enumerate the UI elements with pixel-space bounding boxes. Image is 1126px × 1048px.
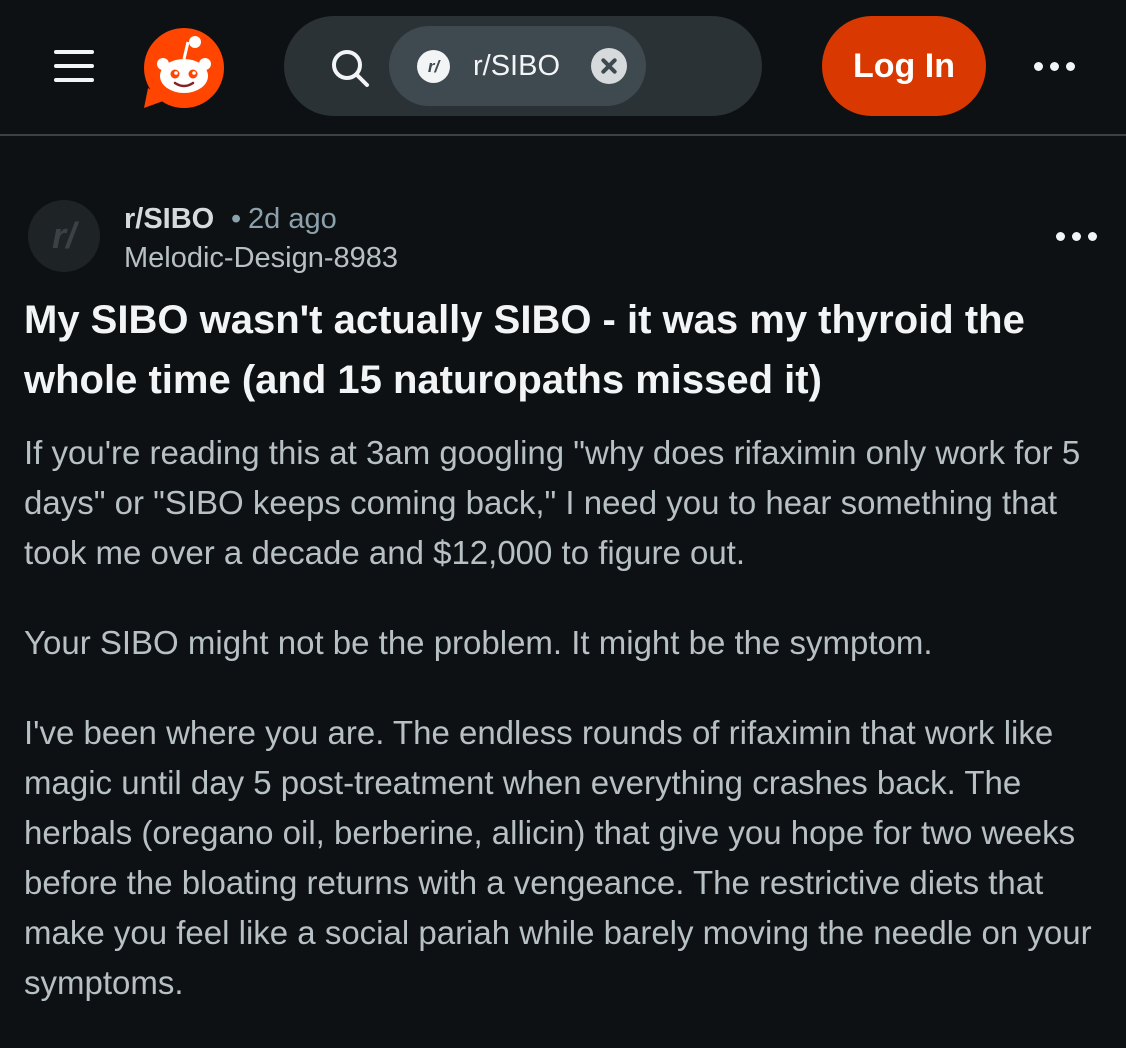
subreddit-search-chip[interactable]: r/ r/SIBO <box>389 26 646 106</box>
menu-line <box>54 64 94 68</box>
post-body: If you're reading this at 3am googling "… <box>24 428 1104 1048</box>
post-title: My SIBO wasn't actually SIBO - it was my… <box>24 298 1025 402</box>
post-paragraph: Your SIBO might not be the problem. It m… <box>24 624 933 661</box>
meta-separator: • <box>231 203 242 235</box>
dot <box>1088 232 1097 241</box>
subreddit-avatar[interactable]: r/ <box>28 200 100 272</box>
post-paragraph: If you're reading this at 3am googling "… <box>24 434 1081 571</box>
search-bar[interactable]: r/ r/SIBO <box>284 16 762 116</box>
post-author[interactable]: Melodic-Design-8983 <box>124 241 398 275</box>
dot <box>1056 232 1065 241</box>
reddit-logo-icon[interactable] <box>142 26 226 110</box>
post-time: 2d ago <box>248 203 337 235</box>
chip-label: r/SIBO <box>473 50 561 82</box>
post-meta: r/ r/SIBO • 2d ago Melodic-Design-8983 <box>28 196 1108 278</box>
dot <box>1066 62 1075 71</box>
menu-line <box>54 78 94 82</box>
hamburger-menu-icon[interactable] <box>50 46 98 86</box>
subreddit-icon: r/ <box>417 50 450 83</box>
close-icon[interactable] <box>591 48 627 84</box>
more-dots-icon[interactable] <box>1032 58 1078 74</box>
top-nav-bar: r/ r/SIBO Log In <box>0 0 1126 136</box>
post-paragraph: I've been where you are. The endless rou… <box>24 714 1092 1001</box>
subreddit-link[interactable]: r/SIBO <box>124 202 214 236</box>
more-dots-icon[interactable] <box>1054 228 1100 244</box>
dot <box>1050 62 1059 71</box>
login-button[interactable]: Log In <box>822 16 986 116</box>
search-icon[interactable] <box>330 48 370 88</box>
menu-line <box>54 50 94 54</box>
dot <box>1072 232 1081 241</box>
dot <box>1034 62 1043 71</box>
